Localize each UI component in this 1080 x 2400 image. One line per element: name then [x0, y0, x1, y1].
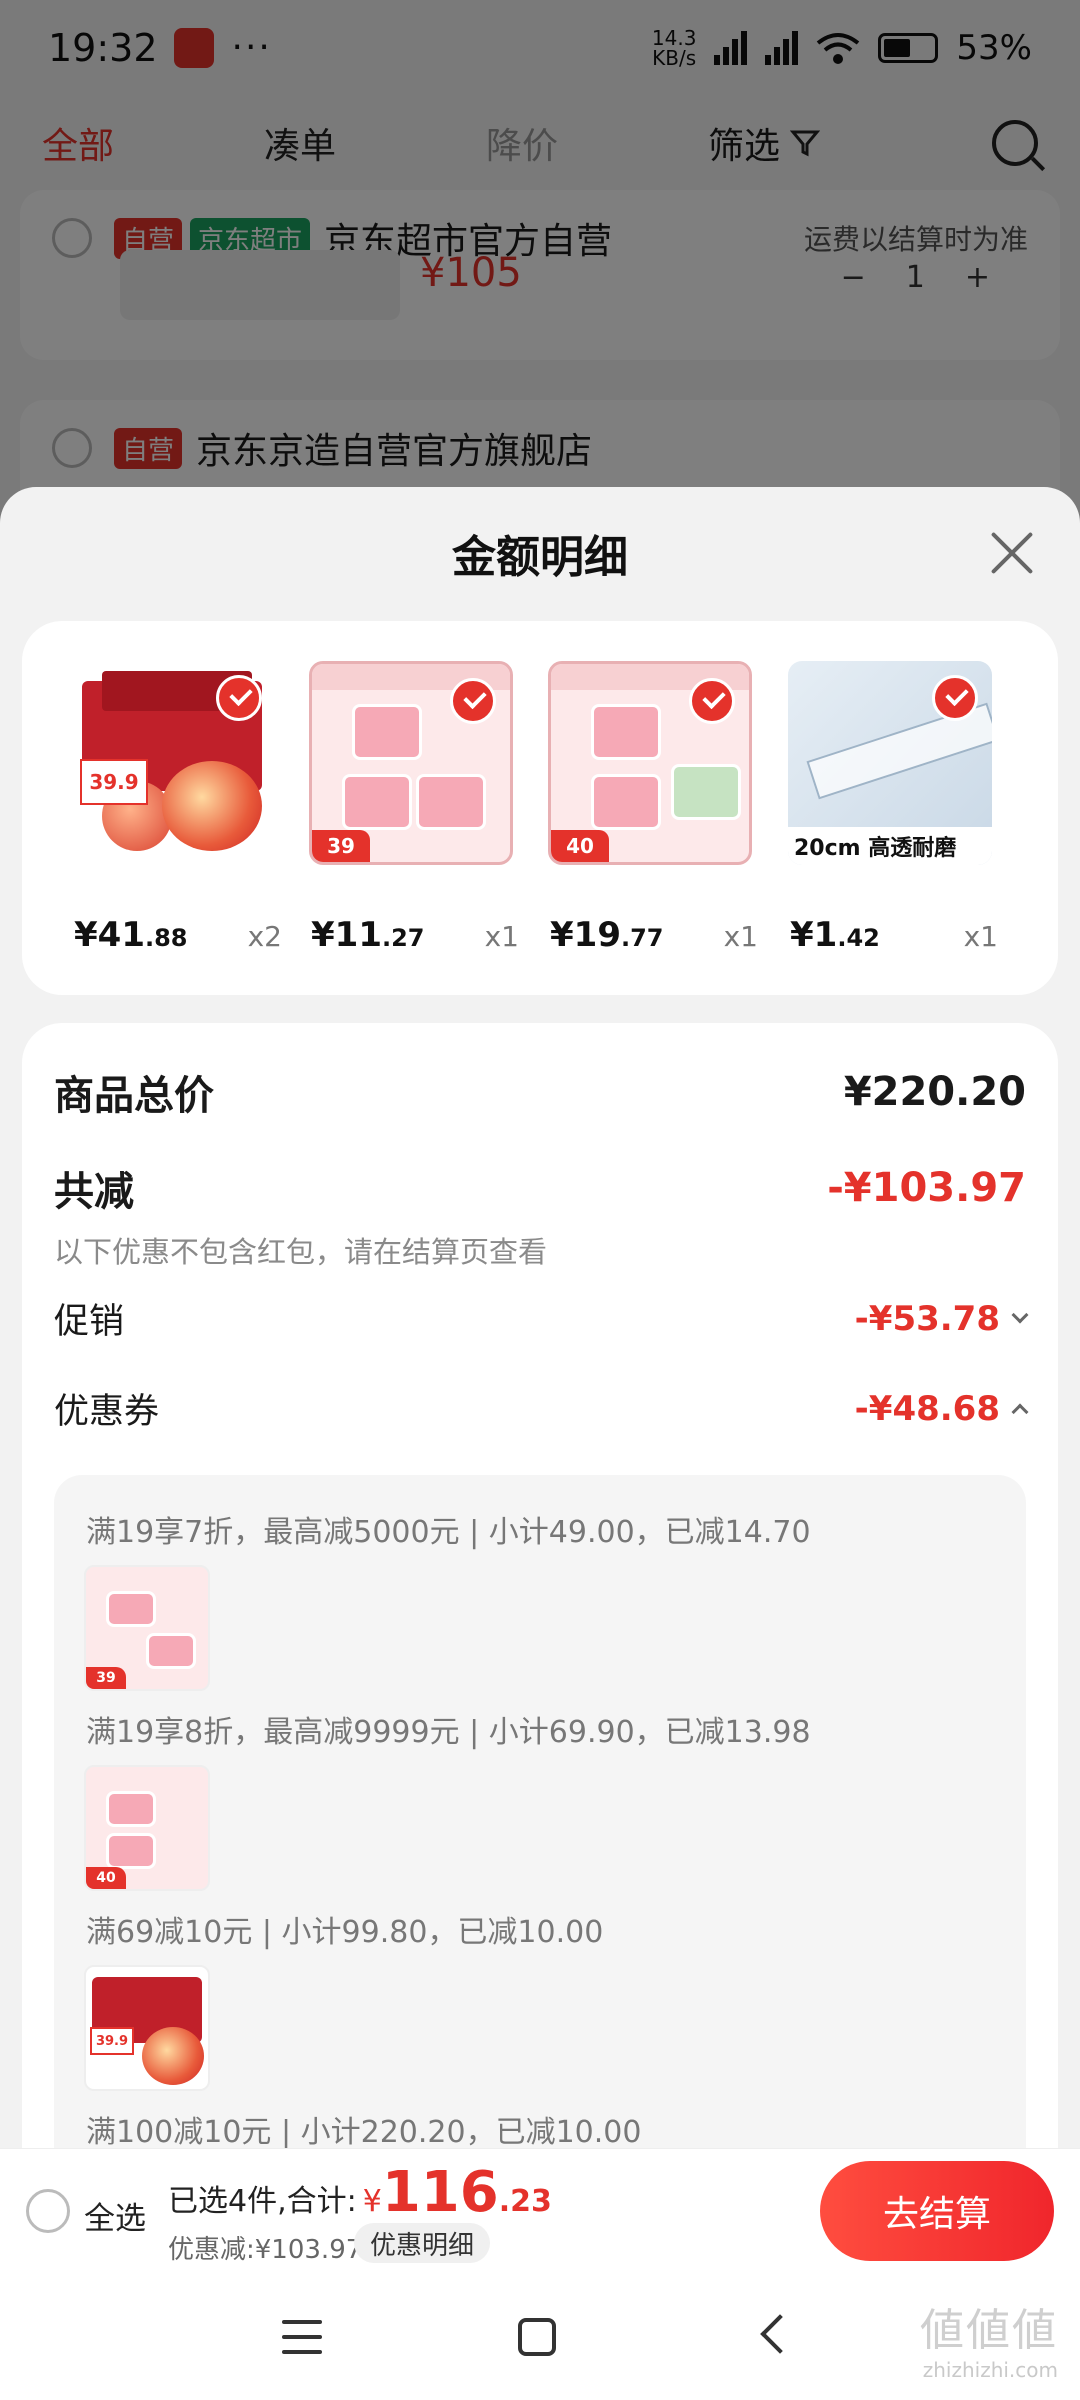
- promotion-row[interactable]: 促销 -¥53.78: [54, 1293, 1029, 1344]
- discount-detail-button[interactable]: 优惠明细: [354, 2223, 491, 2263]
- product-item[interactable]: 40 ¥19.77 x1: [548, 661, 758, 955]
- coupon-product-thumbnail: 39: [84, 1565, 210, 1691]
- ruler-image: 20cm 高透耐磨: [788, 661, 992, 865]
- checked-icon: [216, 675, 262, 721]
- product-item[interactable]: 39.9 ¥41.88 x2: [72, 661, 282, 955]
- product-item[interactable]: 20cm 高透耐磨 ¥1.42 x1: [788, 661, 998, 955]
- sheet-title: 金额明细: [452, 532, 628, 583]
- system-nav-bar: 値値値 zhizhizhi.com: [0, 2274, 1080, 2400]
- total-price-label: 商品总价: [54, 1073, 214, 1119]
- amount-detail-sheet: 金额明细 39.9 ¥41.88 x2 39 ¥11.27 x1 40 ¥19.…: [0, 487, 1080, 2400]
- close-icon[interactable]: [988, 529, 1036, 577]
- select-all-radio[interactable]: [26, 2189, 70, 2233]
- product-quantity: x1: [963, 920, 998, 953]
- checked-icon: [450, 678, 496, 724]
- detergent-pods-image: 39: [309, 661, 513, 865]
- back-icon[interactable]: [760, 2314, 800, 2354]
- selected-products-strip: 39.9 ¥41.88 x2 39 ¥11.27 x1 40 ¥19.77 x1…: [22, 621, 1058, 995]
- coupon-rule: 满69减10元 | 小计99.80，已减10.00: [86, 1915, 604, 1950]
- select-all-label[interactable]: 全选: [84, 2193, 146, 2238]
- coupon-rule: 满19享7折，最高减5000元 | 小计49.00，已减14.70: [86, 1515, 811, 1550]
- product-price: ¥41.88: [74, 915, 188, 955]
- product-quantity: x1: [484, 920, 519, 953]
- menu-icon[interactable]: [282, 2320, 322, 2354]
- total-price-row: 商品总价 ¥220.20: [54, 1063, 1026, 1121]
- reduction-note: 以下优惠不包含红包，请在结算页查看: [54, 1235, 548, 1269]
- total-price-value: ¥220.20: [843, 1069, 1026, 1115]
- promotion-value: -¥53.78: [854, 1298, 1000, 1339]
- discount-summary: 优惠减:¥103.97: [168, 2235, 363, 2265]
- total-reduction-value: -¥103.97: [827, 1165, 1026, 1211]
- detergent-pods-image: 40: [548, 661, 752, 865]
- chevron-down-icon: [1011, 1306, 1029, 1323]
- watermark: 値値値 zhizhizhi.com: [920, 2305, 1058, 2382]
- product-price: ¥1.42: [790, 915, 880, 955]
- coupon-product-thumbnail: 39.9: [84, 1965, 210, 2091]
- chevron-up-icon: [1011, 1403, 1029, 1420]
- coupon-product-thumbnail: 40: [84, 1765, 210, 1891]
- total-reduction-row: 共减 -¥103.97: [54, 1159, 1026, 1217]
- background-cart-page: 19:32 ··· 14.3 KB/s 53% 全部 凑单 降价 筛选 自营: [0, 0, 1080, 540]
- coupon-rule: 满100减10元 | 小计220.20，已减10.00: [86, 2115, 642, 2150]
- product-price: ¥11.27: [311, 915, 425, 955]
- product-price: ¥19.77: [550, 915, 664, 955]
- coupon-value: -¥48.68: [854, 1388, 1000, 1429]
- home-icon[interactable]: [518, 2318, 556, 2356]
- modal-overlay[interactable]: [0, 0, 1080, 520]
- coupon-rule: 满19享8折，最高减9999元 | 小计69.90，已减13.98: [86, 1715, 811, 1750]
- order-total: 已选4件,合计: ¥ 116 .23: [168, 2160, 552, 2225]
- product-quantity: x1: [723, 920, 758, 953]
- sheet-header: 金额明细: [0, 487, 1080, 619]
- coupon-row[interactable]: 优惠券 -¥48.68: [54, 1383, 1029, 1434]
- product-quantity: x2: [247, 920, 282, 953]
- apple-gift-box-image: 39.9: [72, 661, 276, 865]
- total-reduction-label: 共减: [54, 1169, 134, 1215]
- product-item[interactable]: 39 ¥11.27 x1: [309, 661, 519, 955]
- checkout-button[interactable]: 去结算: [820, 2161, 1054, 2261]
- checked-icon: [689, 678, 735, 724]
- checked-icon: [932, 675, 978, 721]
- checkout-bar: 全选 已选4件,合计: ¥ 116 .23 优惠减:¥103.97 优惠明细 去…: [0, 2148, 1080, 2274]
- promotion-label: 促销: [54, 1302, 125, 1342]
- coupon-label: 优惠券: [54, 1392, 160, 1432]
